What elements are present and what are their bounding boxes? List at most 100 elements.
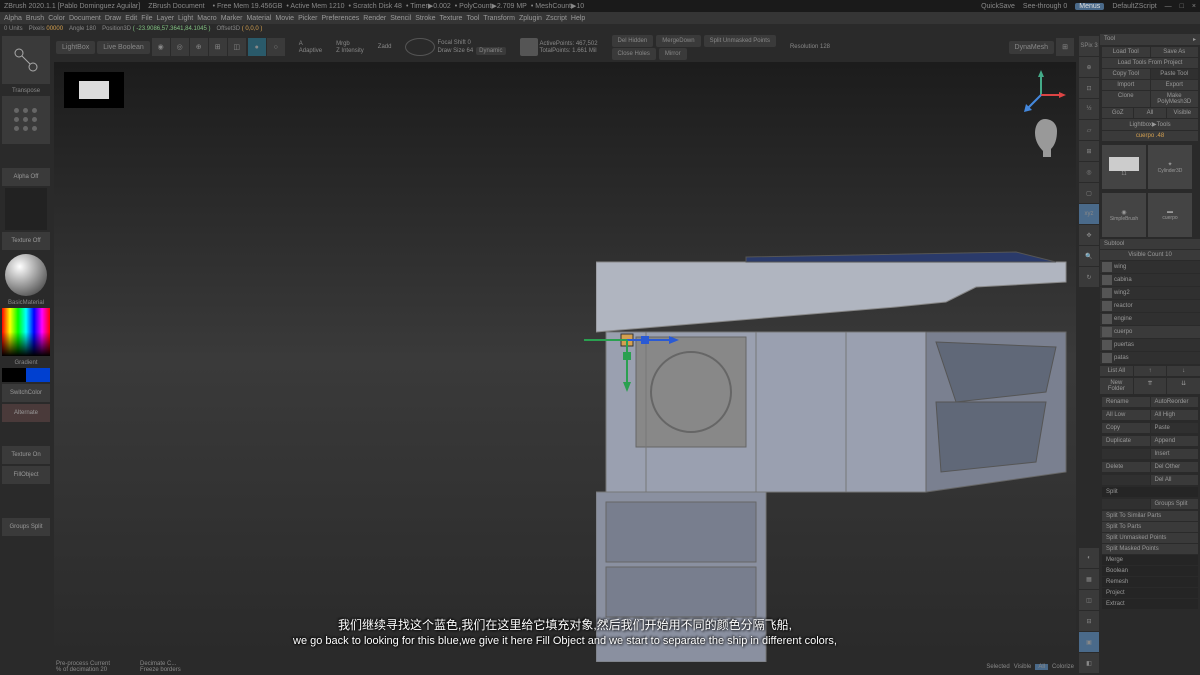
loadfromproj-button[interactable]: Load Tools From Project bbox=[1102, 58, 1198, 68]
newfolder-button[interactable]: New Folder bbox=[1100, 378, 1133, 394]
pastetool-button[interactable]: Paste Tool bbox=[1151, 69, 1199, 79]
subtool-item[interactable]: patas bbox=[1100, 352, 1200, 364]
settings-icon[interactable]: ⊞ bbox=[1056, 38, 1074, 56]
spix-tool[interactable]: SPix 3 bbox=[1079, 36, 1099, 56]
menu-preferences[interactable]: Preferences bbox=[322, 15, 360, 22]
frame-tool[interactable]: ▢ bbox=[1079, 183, 1099, 203]
dynamesh-button[interactable]: DynaMesh bbox=[1009, 41, 1054, 54]
menu-stroke[interactable]: Stroke bbox=[415, 15, 435, 22]
clone-button[interactable]: Clone bbox=[1102, 91, 1150, 107]
preview-icon[interactable] bbox=[520, 38, 538, 56]
seethrough-slider[interactable]: See-through 0 bbox=[1023, 3, 1067, 10]
menu-document[interactable]: Document bbox=[69, 15, 101, 22]
lightbox-button[interactable]: LightBox bbox=[56, 41, 95, 54]
floor-tool[interactable]: ⊞ bbox=[1079, 141, 1099, 161]
copytool-button[interactable]: Copy Tool bbox=[1102, 69, 1150, 79]
material-sphere[interactable] bbox=[5, 254, 47, 296]
menu-file[interactable]: File bbox=[141, 15, 152, 22]
close-icon[interactable]: × bbox=[1192, 3, 1196, 10]
local-tool[interactable]: ◎ bbox=[1079, 162, 1099, 182]
menu-edit[interactable]: Edit bbox=[125, 15, 137, 22]
switchcolor-button[interactable]: SwitchColor bbox=[2, 384, 50, 402]
alpha-preview[interactable] bbox=[5, 188, 47, 230]
solo-tool[interactable]: ◐ bbox=[1079, 548, 1099, 568]
menu-draw[interactable]: Draw bbox=[105, 15, 121, 22]
viewport-thumbnail[interactable] bbox=[64, 72, 124, 108]
dots-tool[interactable] bbox=[2, 96, 50, 144]
loadtool-button[interactable]: Load Tool bbox=[1102, 47, 1150, 57]
gradient-swatches[interactable] bbox=[2, 368, 50, 382]
groupssplit-button[interactable]: Groups Split bbox=[2, 518, 50, 536]
saveas-button[interactable]: Save As bbox=[1151, 47, 1199, 57]
menu-movie[interactable]: Movie bbox=[275, 15, 294, 22]
subtool-item[interactable]: cuerpo bbox=[1100, 326, 1200, 338]
menus-toggle[interactable]: Menus bbox=[1075, 3, 1104, 10]
tool-icon[interactable]: ● bbox=[248, 38, 266, 56]
visible-button[interactable]: Visible bbox=[1167, 108, 1198, 118]
tool-thumb-cuerpo[interactable]: ▬cuerpo bbox=[1148, 193, 1192, 237]
tool-icon[interactable]: ◉ bbox=[152, 38, 170, 56]
tool-icon[interactable]: ⊞ bbox=[209, 38, 227, 56]
export-button[interactable]: Export bbox=[1151, 80, 1199, 90]
menu-marker[interactable]: Marker bbox=[221, 15, 243, 22]
menu-picker[interactable]: Picker bbox=[298, 15, 317, 22]
persp-tool[interactable]: ▱ bbox=[1079, 120, 1099, 140]
listall-button[interactable]: List All bbox=[1100, 366, 1133, 376]
tool-icon[interactable]: ◫ bbox=[228, 38, 246, 56]
tool-icon[interactable]: ⊟ bbox=[1079, 611, 1099, 631]
tool-icon[interactable]: ▣ bbox=[1079, 632, 1099, 652]
menu-material[interactable]: Material bbox=[246, 15, 271, 22]
menu-transform[interactable]: Transform bbox=[483, 15, 515, 22]
transpose-tool[interactable] bbox=[2, 36, 50, 84]
alternate-button[interactable]: Alternate bbox=[2, 404, 50, 422]
tool-icon[interactable]: ○ bbox=[267, 38, 285, 56]
quicksave-button[interactable]: QuickSave bbox=[981, 3, 1015, 10]
lightbox-tools-button[interactable]: Lightbox▶Tools bbox=[1102, 119, 1198, 130]
subtool-item[interactable]: wing bbox=[1100, 261, 1200, 273]
minimize-icon[interactable]: — bbox=[1165, 3, 1172, 10]
xyz-tool[interactable]: xyz bbox=[1079, 204, 1099, 224]
fillobject-button[interactable]: FillObject bbox=[2, 466, 50, 484]
script-label[interactable]: DefaultZScript bbox=[1112, 3, 1156, 10]
aahalf-tool[interactable]: ½ bbox=[1079, 99, 1099, 119]
subtool-item[interactable]: puertas bbox=[1100, 339, 1200, 351]
transform-gizmo[interactable] bbox=[579, 292, 679, 392]
menu-light[interactable]: Light bbox=[178, 15, 193, 22]
menu-texture[interactable]: Texture bbox=[439, 15, 462, 22]
subtool-header[interactable]: Subtool bbox=[1100, 239, 1200, 249]
texture-off-button[interactable]: Texture Off bbox=[2, 232, 50, 250]
makepoly-button[interactable]: Make PolyMesh3D bbox=[1151, 91, 1199, 107]
tool-icon[interactable]: ◎ bbox=[171, 38, 189, 56]
rotate-tool[interactable]: ↻ bbox=[1079, 267, 1099, 287]
menu-stencil[interactable]: Stencil bbox=[390, 15, 411, 22]
nav-gizmo[interactable] bbox=[1016, 70, 1066, 120]
scroll-tool[interactable]: ⊕ bbox=[1079, 57, 1099, 77]
textureon-button[interactable]: Texture On bbox=[2, 446, 50, 464]
tool-icon[interactable]: ▦ bbox=[1079, 569, 1099, 589]
menu-zscript[interactable]: Zscript bbox=[546, 15, 567, 22]
tool-icon[interactable]: ◧ bbox=[1079, 653, 1099, 673]
viewport[interactable]: 我们继续寻找这个蓝色,我们在这里给它填充对象,然后我们开始用不同的颜色分隔飞船,… bbox=[54, 62, 1076, 657]
subtool-item[interactable]: reactor bbox=[1100, 300, 1200, 312]
all-button[interactable]: All bbox=[1134, 108, 1165, 118]
zoom-tool[interactable]: 🔍 bbox=[1079, 246, 1099, 266]
tool-thumb[interactable]: 11 bbox=[1102, 145, 1146, 189]
actual-tool[interactable]: ⊡ bbox=[1079, 78, 1099, 98]
liveboolean-button[interactable]: Live Boolean bbox=[97, 41, 149, 54]
alpha-off-button[interactable]: Alpha Off bbox=[2, 168, 50, 186]
menu-zplugin[interactable]: Zplugin bbox=[519, 15, 542, 22]
menu-help[interactable]: Help bbox=[571, 15, 585, 22]
menu-render[interactable]: Render bbox=[363, 15, 386, 22]
menu-macro[interactable]: Macro bbox=[197, 15, 216, 22]
move-tool[interactable]: ✥ bbox=[1079, 225, 1099, 245]
head-reference[interactable] bbox=[1029, 117, 1061, 157]
brush-circle[interactable] bbox=[405, 38, 435, 56]
menu-color[interactable]: Color bbox=[48, 15, 65, 22]
tool-icon[interactable]: ⊕ bbox=[190, 38, 208, 56]
subtool-item[interactable]: cabina bbox=[1100, 274, 1200, 286]
subtool-item[interactable]: engine bbox=[1100, 313, 1200, 325]
goz-button[interactable]: GoZ bbox=[1102, 108, 1133, 118]
menu-tool[interactable]: Tool bbox=[466, 15, 479, 22]
tool-thumb-brush[interactable]: ◉SimpleBrush bbox=[1102, 193, 1146, 237]
subtool-item[interactable]: wing2 bbox=[1100, 287, 1200, 299]
